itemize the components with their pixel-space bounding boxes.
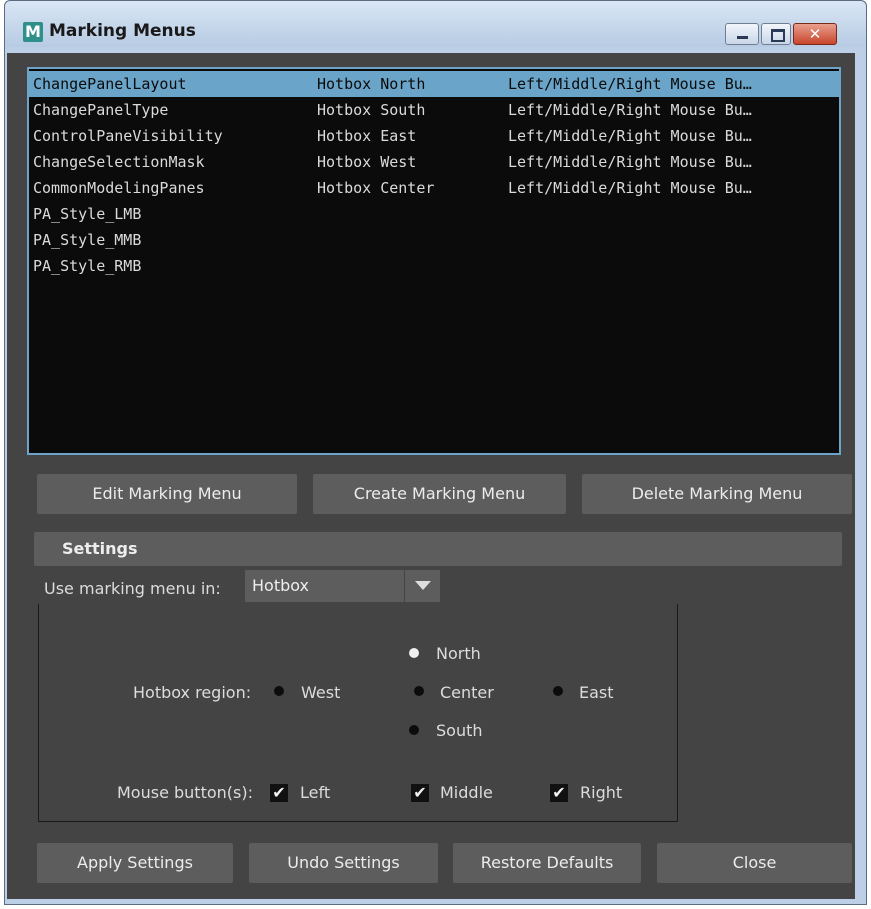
menu-name: ControlPaneVisibility — [33, 127, 223, 145]
menu-name: ChangeSelectionMask — [33, 153, 205, 171]
radio-center[interactable] — [414, 686, 424, 696]
marking-menu-list[interactable]: ChangePanelLayout Hotbox North Left/Midd… — [27, 67, 841, 455]
maximize-button[interactable] — [761, 23, 791, 45]
list-item[interactable]: CommonModelingPanes Hotbox Center Left/M… — [29, 175, 839, 201]
list-item[interactable]: PA_Style_RMB — [29, 253, 839, 279]
window-title: Marking Menus — [49, 21, 196, 41]
menu-location: Hotbox South — [317, 101, 426, 119]
radio-north-label[interactable]: North — [436, 644, 481, 663]
maximize-icon — [771, 29, 785, 42]
checkbox-right[interactable]: ✔ — [550, 784, 568, 802]
radio-west[interactable] — [274, 686, 284, 696]
mouse-buttons-label: Mouse button(s): — [117, 783, 253, 802]
hotbox-region-label: Hotbox region: — [133, 683, 252, 702]
menu-buttons: Left/Middle/Right Mouse Bu… — [508, 179, 752, 197]
edit-marking-menu-button[interactable]: Edit Marking Menu — [37, 474, 297, 514]
menu-name: PA_Style_RMB — [33, 257, 142, 275]
use-marking-menu-in-label: Use marking menu in: — [44, 579, 221, 598]
menu-name: CommonModelingPanes — [33, 179, 205, 197]
checkbox-middle[interactable]: ✔ — [411, 784, 429, 802]
settings-section-header[interactable]: Settings — [34, 532, 842, 566]
menu-buttons: Left/Middle/Right Mouse Bu… — [508, 75, 752, 93]
radio-south-label[interactable]: South — [436, 721, 483, 740]
minimize-icon — [737, 36, 748, 39]
menu-location: Hotbox East — [317, 127, 417, 145]
radio-south[interactable] — [409, 725, 419, 735]
radio-west-label[interactable]: West — [301, 683, 340, 702]
menu-buttons: Left/Middle/Right Mouse Bu… — [508, 101, 752, 119]
chevron-down-icon[interactable] — [404, 570, 440, 602]
list-item[interactable]: ChangePanelType Hotbox South Left/Middle… — [29, 97, 839, 123]
menu-name: ChangePanelLayout — [33, 75, 187, 93]
list-item[interactable]: PA_Style_LMB — [29, 201, 839, 227]
use-marking-menu-in-dropdown[interactable]: Hotbox — [245, 570, 440, 602]
menu-location: Hotbox Center — [317, 179, 435, 197]
checkbox-middle-label[interactable]: Middle — [440, 783, 493, 802]
radio-center-label[interactable]: Center — [440, 683, 494, 702]
menu-buttons: Left/Middle/Right Mouse Bu… — [508, 127, 752, 145]
menu-location: Hotbox West — [317, 153, 417, 171]
list-item[interactable]: ChangePanelLayout Hotbox North Left/Midd… — [29, 71, 839, 97]
title-bar[interactable]: M Marking Menus ✕ — [5, 1, 866, 47]
menu-name: PA_Style_LMB — [33, 205, 142, 223]
create-marking-menu-button[interactable]: Create Marking Menu — [313, 474, 566, 514]
close-icon: ✕ — [808, 25, 822, 43]
radio-north[interactable] — [409, 648, 419, 658]
minimize-button[interactable] — [725, 23, 759, 45]
dropdown-value: Hotbox — [252, 576, 310, 595]
delete-marking-menu-button[interactable]: Delete Marking Menu — [582, 474, 852, 514]
checkbox-left[interactable]: ✔ — [270, 784, 288, 802]
menu-name: PA_Style_MMB — [33, 231, 142, 249]
close-window-button[interactable]: ✕ — [793, 23, 837, 45]
menu-buttons: Left/Middle/Right Mouse Bu… — [508, 153, 752, 171]
list-item[interactable]: ChangeSelectionMask Hotbox West Left/Mid… — [29, 149, 839, 175]
menu-location: Hotbox North — [317, 75, 426, 93]
menu-name: ChangePanelType — [33, 101, 169, 119]
close-button[interactable]: Close — [657, 843, 852, 883]
list-item[interactable]: ControlPaneVisibility Hotbox East Left/M… — [29, 123, 839, 149]
restore-defaults-button[interactable]: Restore Defaults — [453, 843, 641, 883]
checkbox-right-label[interactable]: Right — [580, 783, 622, 802]
undo-settings-button[interactable]: Undo Settings — [249, 843, 438, 883]
checkbox-left-label[interactable]: Left — [300, 783, 330, 802]
radio-east[interactable] — [553, 686, 563, 696]
maya-logo-icon: M — [23, 22, 43, 42]
list-item[interactable]: PA_Style_MMB — [29, 227, 839, 253]
radio-east-label[interactable]: East — [579, 683, 614, 702]
apply-settings-button[interactable]: Apply Settings — [37, 843, 233, 883]
